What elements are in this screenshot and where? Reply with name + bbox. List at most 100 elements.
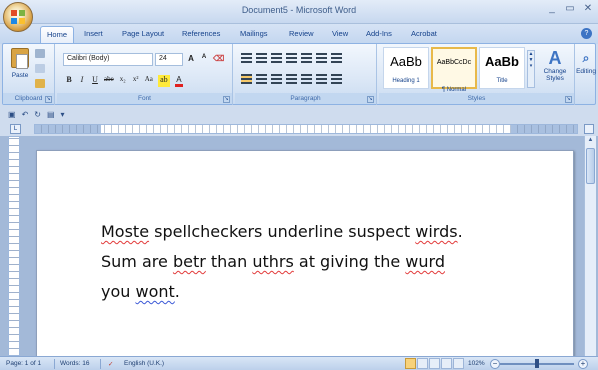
text-run[interactable]: . xyxy=(175,282,180,301)
grow-font-button[interactable]: A xyxy=(187,54,195,63)
line-spacing-icon[interactable] xyxy=(301,74,312,84)
align-right-icon[interactable] xyxy=(271,74,282,84)
web-layout-icon[interactable] xyxy=(429,358,440,369)
view-ruler-icon[interactable] xyxy=(584,124,594,134)
cut-icon[interactable] xyxy=(35,49,45,58)
text-run[interactable]: than xyxy=(206,252,253,271)
clipboard-group: Paste Clipboard ↘ xyxy=(3,44,55,105)
tab-home[interactable]: Home xyxy=(40,26,75,44)
italic-button[interactable]: I xyxy=(78,75,86,87)
tab-references[interactable]: References xyxy=(182,29,220,38)
text-run[interactable]: at giving the xyxy=(294,252,406,271)
proofing-icon[interactable]: ✓ xyxy=(108,360,113,368)
full-screen-reading-icon[interactable] xyxy=(417,358,428,369)
scroll-up-icon[interactable]: ▲ xyxy=(586,137,595,146)
help-icon[interactable]: ? xyxy=(581,28,592,39)
text-run[interactable]: spellcheckers underline suspect xyxy=(149,222,415,241)
subscript-button[interactable]: x₂ xyxy=(119,75,127,87)
tab-selector[interactable]: L xyxy=(10,124,21,134)
zoom-in-icon[interactable]: + xyxy=(578,359,588,369)
print-layout-icon[interactable] xyxy=(405,358,416,369)
language-indicator[interactable]: English (U.K.) xyxy=(124,360,164,367)
change-styles-button[interactable]: A Change Styles xyxy=(537,48,573,82)
draft-icon[interactable] xyxy=(453,358,464,369)
scroll-thumb[interactable] xyxy=(586,148,595,184)
shrink-font-button[interactable]: A xyxy=(200,54,208,63)
zoom-level[interactable]: 102% xyxy=(468,360,485,367)
tab-review[interactable]: Review xyxy=(289,29,314,38)
customize-qat-icon[interactable]: ▾ xyxy=(61,110,65,119)
style-heading-1[interactable]: AaBb Heading 1 xyxy=(383,47,429,89)
strikethrough-button[interactable]: abe xyxy=(104,75,114,87)
decrease-indent-icon[interactable] xyxy=(286,53,297,63)
font-name-field[interactable]: Calibri (Body) xyxy=(63,53,153,66)
paste-button[interactable]: Paste xyxy=(7,48,33,92)
zoom-slider-thumb[interactable] xyxy=(535,359,539,368)
superscript-button[interactable]: x² xyxy=(132,75,140,87)
maximize-button[interactable]: ▭ xyxy=(564,3,576,15)
page-count[interactable]: Page: 1 of 1 xyxy=(6,360,41,367)
document-page[interactable]: Moste spellcheckers underline suspect wi… xyxy=(36,150,574,360)
misspelled-word[interactable]: betr xyxy=(173,252,206,271)
document-line[interactable]: Moste spellcheckers underline suspect wi… xyxy=(101,217,531,247)
show-marks-icon[interactable] xyxy=(331,53,342,63)
redo-icon[interactable]: ↻ xyxy=(34,110,41,119)
bold-button[interactable]: B xyxy=(65,75,73,87)
clear-formatting-icon[interactable]: ⌫ xyxy=(213,54,224,63)
office-button[interactable] xyxy=(3,2,33,32)
justify-icon[interactable] xyxy=(286,74,297,84)
style-normal[interactable]: AaBbCcDc ¶ Normal xyxy=(431,47,477,93)
misspelled-word[interactable]: uthrs xyxy=(252,252,293,271)
text-run[interactable]: Sum are xyxy=(101,252,173,271)
format-painter-icon[interactable] xyxy=(35,79,45,88)
tab-add-ins[interactable]: Add-Ins xyxy=(366,29,392,38)
outline-icon[interactable] xyxy=(441,358,452,369)
grammar-flagged-word[interactable]: wont xyxy=(135,282,174,301)
document-line[interactable]: Sum are betr than uthrs at giving the wu… xyxy=(101,247,531,277)
save-icon[interactable]: ▣ xyxy=(8,110,16,119)
tab-view[interactable]: View xyxy=(332,29,348,38)
numbering-icon[interactable] xyxy=(256,53,267,63)
undo-icon[interactable]: ↶ xyxy=(22,110,29,119)
horizontal-ruler[interactable] xyxy=(34,124,578,134)
text-run[interactable]: you xyxy=(101,282,135,301)
misspelled-word[interactable]: Moste xyxy=(101,222,149,241)
tab-acrobat[interactable]: Acrobat xyxy=(411,29,437,38)
paragraph-launcher-icon[interactable]: ↘ xyxy=(367,96,374,103)
bullets-icon[interactable] xyxy=(241,53,252,63)
word-count[interactable]: Words: 16 xyxy=(60,360,90,367)
sort-icon[interactable] xyxy=(316,53,327,63)
text-run[interactable]: . xyxy=(458,222,463,241)
style-title[interactable]: AaBb Title xyxy=(479,47,525,89)
styles-launcher-icon[interactable]: ↘ xyxy=(565,96,572,103)
multilevel-list-icon[interactable] xyxy=(271,53,282,63)
copy-icon[interactable] xyxy=(35,64,45,73)
tab-page-layout[interactable]: Page Layout xyxy=(122,29,164,38)
borders-icon[interactable] xyxy=(331,74,342,84)
minimize-button[interactable]: _ xyxy=(546,3,558,15)
align-center-icon[interactable] xyxy=(256,74,267,84)
tab-mailings[interactable]: Mailings xyxy=(240,29,268,38)
vertical-scrollbar[interactable]: ▲ xyxy=(584,136,596,356)
font-color-icon[interactable]: A xyxy=(174,75,183,87)
font-size-field[interactable]: 24 xyxy=(155,53,183,66)
change-case-button[interactable]: Aa xyxy=(145,75,153,87)
underline-button[interactable]: U xyxy=(91,75,99,87)
document-body[interactable]: Moste spellcheckers underline suspect wi… xyxy=(101,217,531,307)
tab-insert[interactable]: Insert xyxy=(84,29,103,38)
print-preview-icon[interactable]: ▤ xyxy=(47,110,55,119)
paragraph-label: Paragraph xyxy=(235,93,376,104)
editing-button[interactable]: ⌕ Editing xyxy=(575,48,597,75)
font-launcher-icon[interactable]: ↘ xyxy=(223,96,230,103)
close-button[interactable]: ✕ xyxy=(582,3,594,15)
clipboard-launcher-icon[interactable]: ↘ xyxy=(45,96,52,103)
misspelled-word[interactable]: wirds xyxy=(415,222,457,241)
zoom-out-icon[interactable]: − xyxy=(490,359,500,369)
align-left-icon[interactable] xyxy=(241,74,252,84)
styles-scroll[interactable]: ▲ ▼ ▾ xyxy=(527,50,535,88)
shading-icon[interactable] xyxy=(316,74,327,84)
document-line[interactable]: you wont. xyxy=(101,277,531,307)
increase-indent-icon[interactable] xyxy=(301,53,312,63)
highlight-icon[interactable]: ab xyxy=(157,75,170,87)
misspelled-word[interactable]: wurd xyxy=(405,252,445,271)
